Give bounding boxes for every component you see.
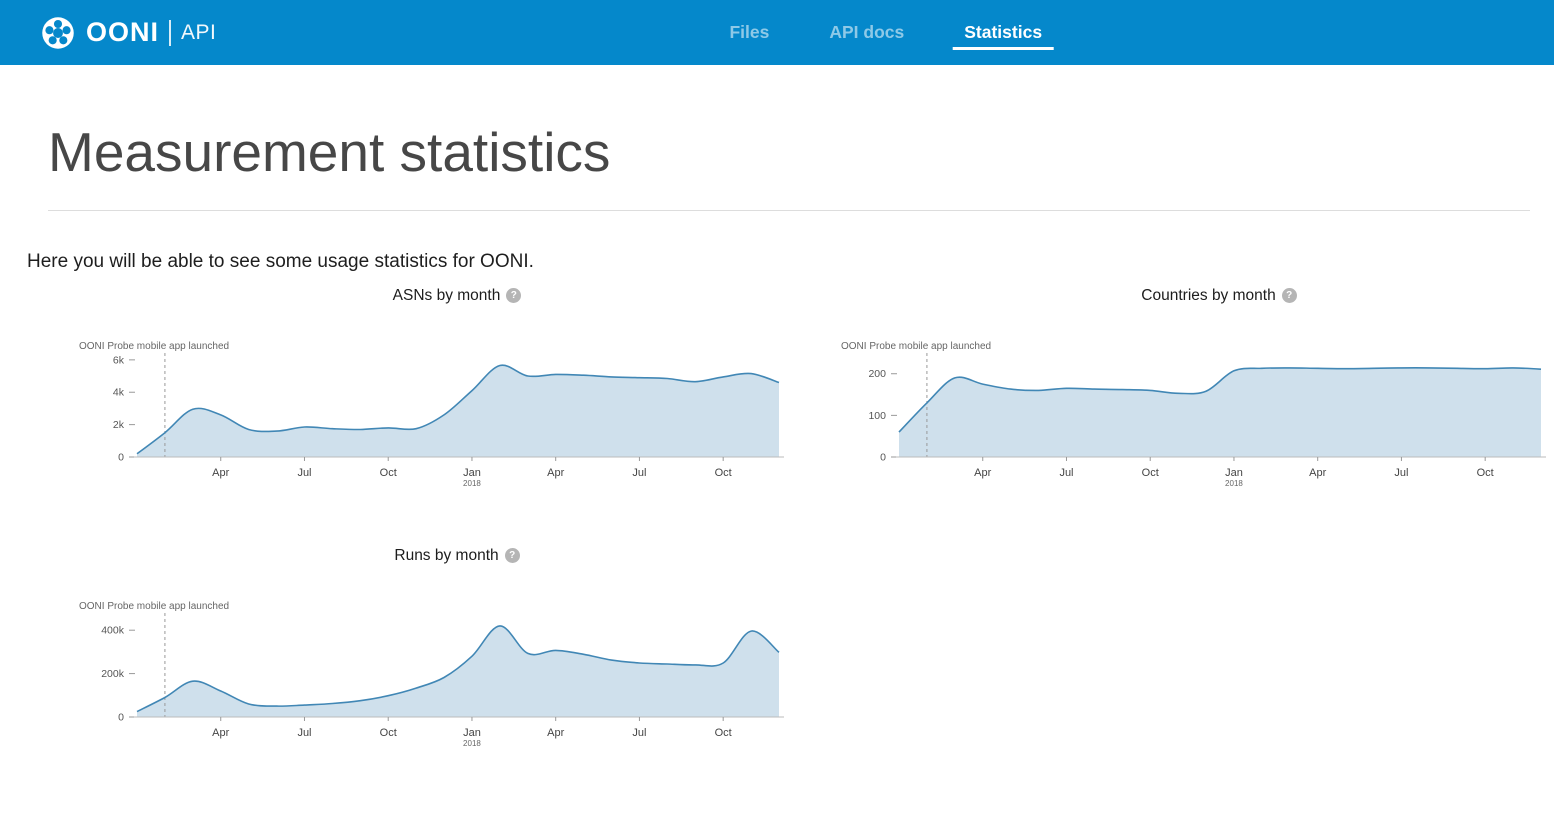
page-content: Measurement statistics Here you will be …	[0, 65, 1554, 827]
brand-product: API	[181, 21, 216, 45]
y-tick-label: 0	[118, 712, 124, 724]
x-tick-label: Jul	[1059, 467, 1073, 479]
x-tick-label: Oct	[1477, 467, 1494, 479]
brand-separator	[169, 20, 171, 46]
chart-countries-by-month: Countries by month? OONI Probe mobile ap…	[789, 287, 1551, 507]
x-tick-label: Jul	[297, 727, 311, 739]
help-icon[interactable]: ?	[506, 288, 521, 303]
page-title: Measurement statistics	[48, 121, 1530, 184]
nav-item-statistics[interactable]: Statistics	[958, 0, 1048, 65]
charts-grid: ASNs by month? OONI Probe mobile app lau…	[27, 287, 1530, 767]
nav-item-api-docs[interactable]: API docs	[823, 0, 910, 65]
chart-title-text: Runs by month	[394, 547, 498, 564]
x-tick-label: Apr	[212, 467, 229, 479]
y-tick-label: 6k	[113, 355, 125, 367]
x-tick-label: Oct	[380, 727, 397, 739]
x-tick-sublabel: 2018	[1225, 479, 1243, 488]
y-tick-label: 4k	[113, 387, 125, 399]
x-tick-label: Oct	[380, 467, 397, 479]
y-tick-label: 0	[118, 452, 124, 464]
x-tick-label: Jul	[632, 467, 646, 479]
top-navbar: OONI API Files API docs Statistics	[0, 0, 1554, 65]
y-tick-label: 100	[868, 410, 886, 422]
y-tick-label: 0	[880, 452, 886, 464]
annotation-label: OONI Probe mobile app launched	[79, 601, 229, 612]
chart-asns-by-month: ASNs by month? OONI Probe mobile app lau…	[27, 287, 789, 507]
annotation-label: OONI Probe mobile app launched	[841, 341, 991, 352]
annotation-label: OONI Probe mobile app launched	[79, 341, 229, 352]
title-divider	[48, 210, 1530, 211]
chart-title-text: ASNs by month	[393, 287, 501, 304]
help-icon[interactable]: ?	[505, 548, 520, 563]
x-tick-sublabel: 2018	[463, 739, 481, 748]
chart-runs-by-month: Runs by month? OONI Probe mobile app lau…	[27, 547, 789, 767]
nav-item-files[interactable]: Files	[723, 0, 775, 65]
x-tick-label: Jul	[297, 467, 311, 479]
y-tick-label: 400k	[101, 625, 125, 637]
y-tick-label: 200	[868, 368, 886, 380]
x-tick-label: Oct	[715, 467, 732, 479]
brand[interactable]: OONI API	[40, 15, 216, 51]
help-icon[interactable]: ?	[1282, 288, 1297, 303]
x-tick-label: Apr	[547, 467, 564, 479]
y-tick-label: 200k	[101, 668, 125, 680]
x-tick-label: Apr	[547, 727, 564, 739]
ooni-logo	[40, 15, 76, 51]
intro-text: Here you will be able to see some usage …	[27, 251, 1530, 273]
area-series	[137, 626, 779, 717]
x-tick-label: Apr	[212, 727, 229, 739]
countries-chart-canvas[interactable]: OONI Probe mobile app launched 0 100 200 Apr…	[789, 337, 1549, 507]
chart-title: Runs by month?	[27, 547, 787, 565]
chart-title: ASNs by month?	[27, 287, 787, 305]
x-tick-label: Jul	[1394, 467, 1408, 479]
x-tick-label: Apr	[974, 467, 991, 479]
x-tick-sublabel: 2018	[463, 479, 481, 488]
y-tick-label: 2k	[113, 419, 125, 431]
x-tick-label: Oct	[1142, 467, 1159, 479]
chart-title-text: Countries by month	[1141, 287, 1275, 304]
main-nav: Files API docs Statistics	[723, 0, 1048, 65]
asns-chart-canvas[interactable]: OONI Probe mobile app launched 0 2k 4k 6k Apr…	[27, 337, 787, 507]
x-tick-label: Apr	[1309, 467, 1326, 479]
x-tick-label: Jan	[1225, 467, 1243, 479]
brand-name: OONI	[86, 17, 159, 48]
area-series	[137, 365, 779, 457]
x-tick-label: Jan	[463, 467, 481, 479]
x-tick-label: Jul	[632, 727, 646, 739]
runs-chart-canvas[interactable]: OONI Probe mobile app launched 0 200k 400k A…	[27, 597, 787, 767]
x-tick-label: Oct	[715, 727, 732, 739]
chart-title: Countries by month?	[789, 287, 1549, 305]
x-tick-label: Jan	[463, 727, 481, 739]
